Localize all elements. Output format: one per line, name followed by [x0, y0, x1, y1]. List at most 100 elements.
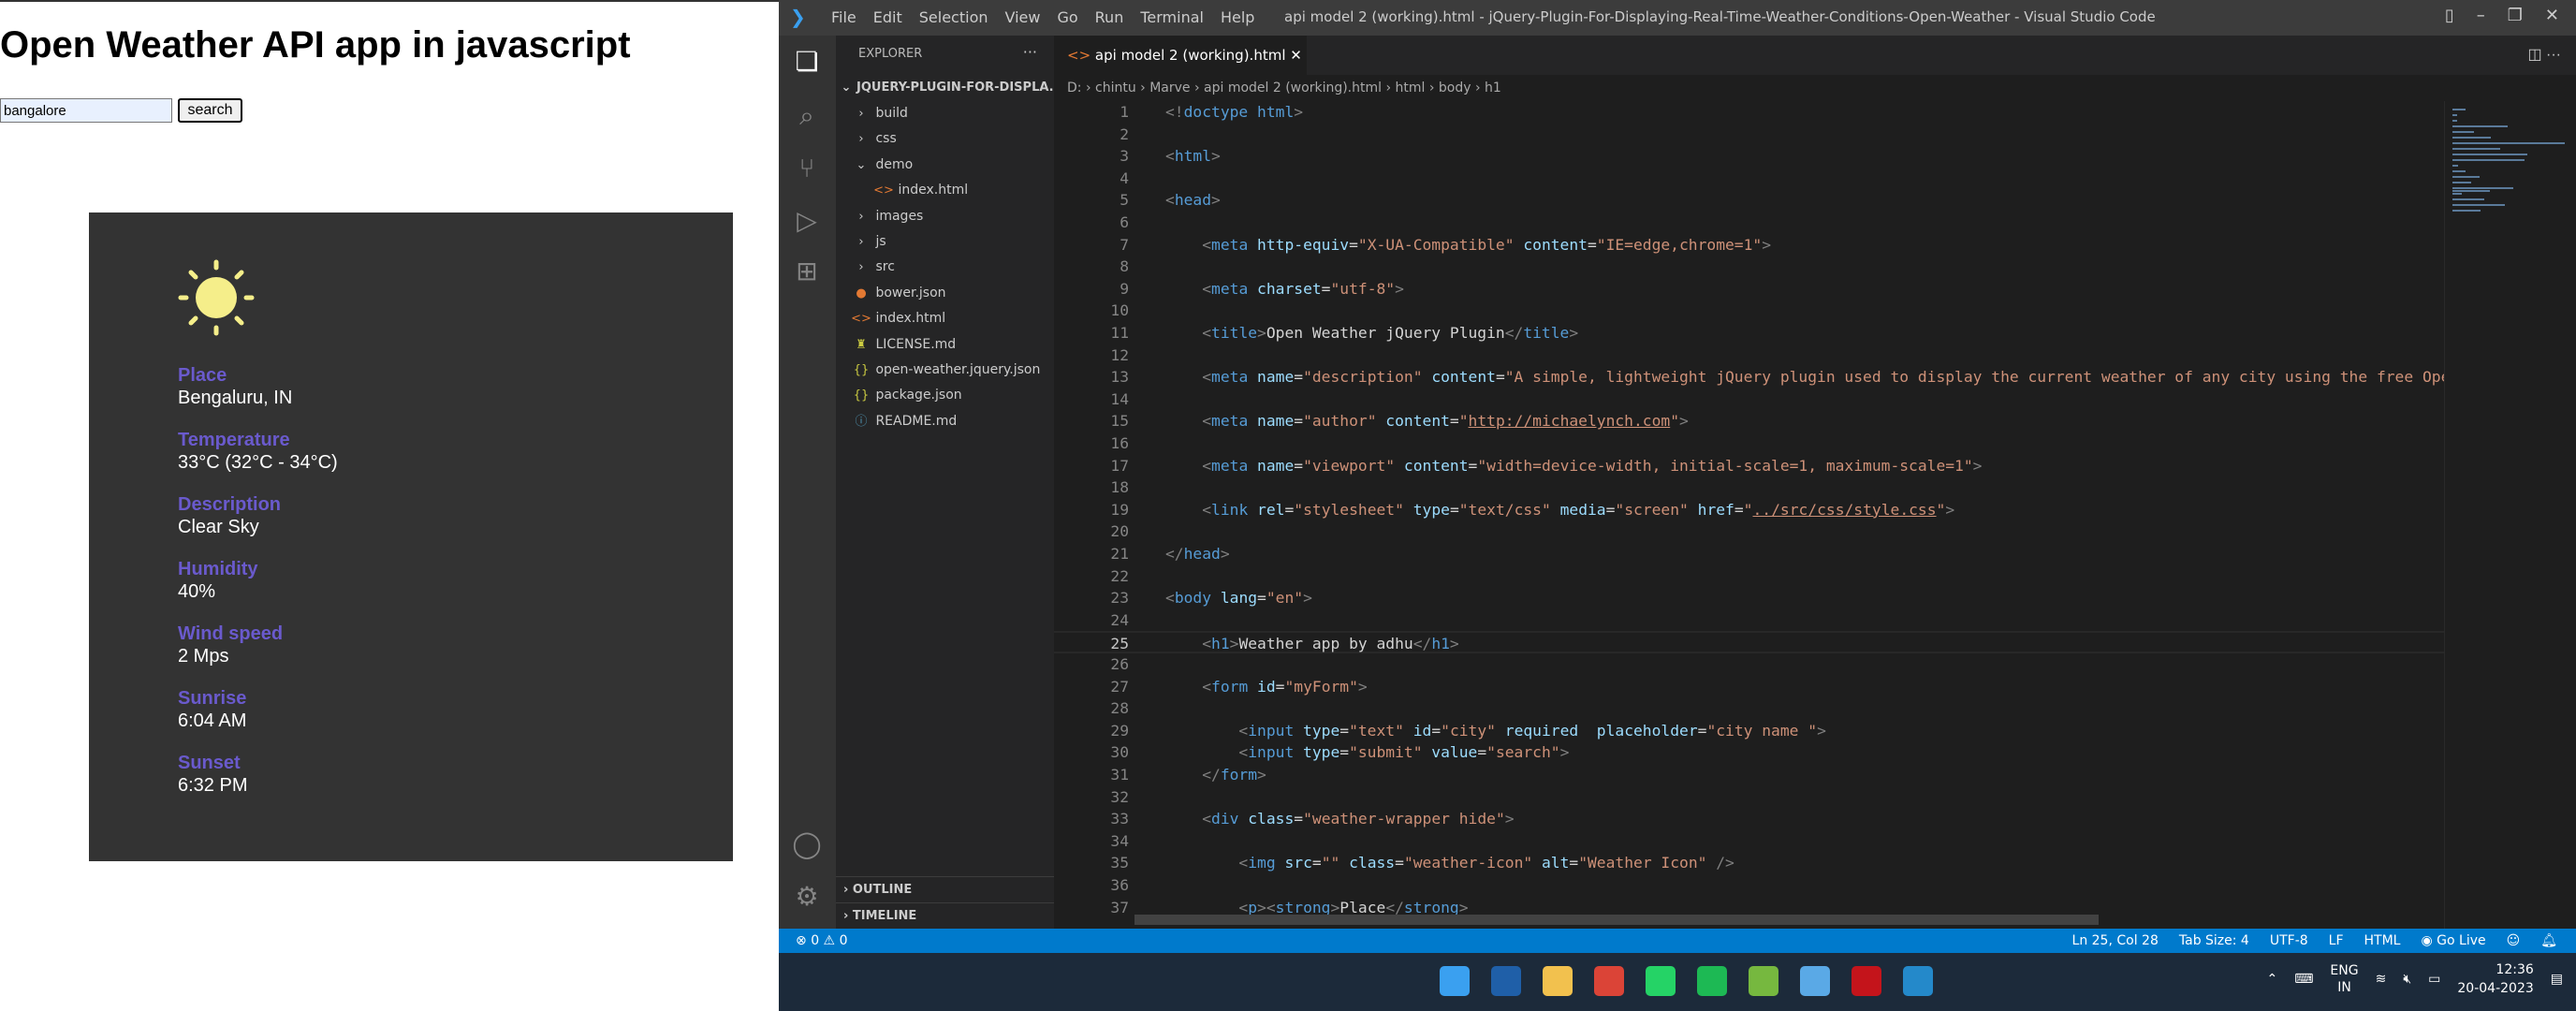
menu-run[interactable]: Run	[1095, 8, 1124, 26]
breadcrumb-item[interactable]: D:	[1067, 81, 1082, 95]
wifi-icon[interactable]: ≋	[2376, 972, 2387, 987]
tree-item[interactable]: › images	[836, 204, 1054, 229]
utorrent-icon[interactable]	[1749, 966, 1778, 996]
code-line[interactable]: 17 <meta name="viewport" content="width=…	[1054, 455, 2444, 477]
tree-item[interactable]: {} package.json	[836, 383, 1054, 408]
end-of-line[interactable]: LF	[2329, 929, 2344, 953]
split-editor-icon[interactable]: ◫ ···	[2527, 45, 2561, 64]
code-editor[interactable]: 1 <!doctype html> 2 3 <html> 4 5 <head> 6 7 <meta…	[1054, 101, 2444, 929]
code-line[interactable]: 9 <meta charset="utf-8">	[1054, 278, 2444, 300]
start-icon[interactable]	[1440, 966, 1470, 996]
breadcrumb-item[interactable]: html	[1396, 81, 1426, 95]
tree-item[interactable]: › css	[836, 126, 1054, 152]
acrobat-icon[interactable]	[1852, 966, 1881, 996]
notifications-bell-icon[interactable]: 🔔︎	[2540, 929, 2557, 953]
code-line[interactable]: 12	[1054, 344, 2444, 367]
more-actions-icon[interactable]: ···	[1023, 43, 1037, 61]
code-line[interactable]: 25 <h1>Weather app by adhu</h1>	[1054, 631, 2444, 653]
code-line[interactable]: 21 </head>	[1054, 543, 2444, 565]
code-line[interactable]: 7 <meta http-equiv="X-UA-Compatible" con…	[1054, 234, 2444, 256]
minimap[interactable]	[2444, 101, 2576, 929]
menu-go[interactable]: Go	[1057, 8, 1077, 26]
code-line[interactable]: 29 <input type="text" id="city" required…	[1054, 720, 2444, 742]
code-line[interactable]: 22	[1054, 565, 2444, 588]
app-icon[interactable]	[1491, 966, 1521, 996]
minimize-button[interactable]: –	[2477, 6, 2485, 25]
tree-item[interactable]: ⌄ demo	[836, 153, 1054, 178]
code-line[interactable]: 34	[1054, 830, 2444, 853]
tree-item[interactable]: ♜ LICENSE.md	[836, 332, 1054, 358]
notepad-icon[interactable]	[1800, 966, 1830, 996]
tree-item[interactable]: › build	[836, 101, 1054, 126]
code-line[interactable]: 2	[1054, 124, 2444, 146]
code-line[interactable]: 4	[1054, 168, 2444, 190]
code-line[interactable]: 5 <head>	[1054, 189, 2444, 212]
extensions-icon[interactable]: ⊞	[790, 255, 824, 288]
code-line[interactable]: 35 <img src="" class="weather-icon" alt=…	[1054, 852, 2444, 874]
code-line[interactable]: 28	[1054, 697, 2444, 720]
breadcrumb-item[interactable]: chintu	[1095, 81, 1136, 95]
source-control-icon[interactable]: ⑂	[790, 152, 824, 185]
menu-edit[interactable]: Edit	[873, 8, 902, 26]
close-button[interactable]: ✕	[2545, 6, 2559, 25]
account-icon[interactable]: ◯	[790, 828, 824, 861]
spotify-icon[interactable]	[1697, 966, 1727, 996]
go-live-button[interactable]: ◉ Go Live	[2421, 929, 2485, 953]
language-mode[interactable]: HTML	[2364, 929, 2401, 953]
tab-api-model-2[interactable]: <> api model 2 (working).html ✕	[1054, 36, 1307, 75]
tree-item[interactable]: ● bower.json	[836, 281, 1054, 306]
code-line[interactable]: 10	[1054, 300, 2444, 322]
tree-item[interactable]: <> index.html	[836, 178, 1054, 203]
notification-center-icon[interactable]: ▤	[2551, 972, 2563, 987]
breadcrumb-item[interactable]: body	[1439, 81, 1471, 95]
close-tab-icon[interactable]: ✕	[1290, 47, 1302, 64]
code-line[interactable]: 11 <title>Open Weather jQuery Plugin</ti…	[1054, 322, 2444, 344]
whatsapp-icon[interactable]	[1646, 966, 1676, 996]
clock[interactable]: 12:36 20-04-2023	[2457, 960, 2533, 998]
battery-icon[interactable]: ▭	[2428, 972, 2440, 987]
chrome-icon[interactable]	[1594, 966, 1624, 996]
tree-item[interactable]: › src	[836, 255, 1054, 280]
tree-item[interactable]: {} open-weather.jquery.json	[836, 358, 1054, 383]
outline-panel[interactable]: › OUTLINE	[836, 876, 1054, 901]
code-line[interactable]: 31 </form>	[1054, 764, 2444, 786]
feedback-icon[interactable]: ☺	[2507, 929, 2521, 953]
timeline-panel[interactable]: › TIMELINE	[836, 902, 1054, 928]
breadcrumb-item[interactable]: Marve	[1149, 81, 1190, 95]
cursor-position[interactable]: Ln 25, Col 28	[2072, 929, 2159, 953]
language-indicator[interactable]: ENG IN	[2330, 962, 2358, 996]
tab-size[interactable]: Tab Size: 4	[2179, 929, 2249, 953]
horizontal-scrollbar[interactable]	[1134, 915, 2099, 925]
code-line[interactable]: 30 <input type="submit" value="search">	[1054, 741, 2444, 764]
code-line[interactable]: 3 <html>	[1054, 145, 2444, 168]
maximize-button[interactable]: ❐	[2508, 6, 2523, 25]
breadcrumb-item[interactable]: api model 2 (working).html	[1204, 81, 1382, 95]
keyboard-icon[interactable]: ⌨	[2294, 972, 2313, 987]
run-debug-icon[interactable]: ▷	[790, 204, 824, 238]
tree-item[interactable]: <> index.html	[836, 306, 1054, 331]
code-line[interactable]: 18	[1054, 476, 2444, 499]
code-line[interactable]: 15 <meta name="author" content="http://m…	[1054, 410, 2444, 432]
code-line[interactable]: 32	[1054, 786, 2444, 809]
search-button[interactable]: search	[178, 98, 242, 123]
city-input[interactable]	[0, 98, 172, 123]
code-line[interactable]: 19 <link rel="stylesheet" type="text/css…	[1054, 499, 2444, 521]
settings-gear-icon[interactable]: ⚙	[790, 880, 824, 914]
vscode-icon[interactable]	[1903, 966, 1933, 996]
code-line[interactable]: 14	[1054, 388, 2444, 411]
file-explorer-icon[interactable]	[1543, 966, 1573, 996]
layout-toggle-icon[interactable]: ▯	[2445, 6, 2454, 25]
code-line[interactable]: 1 <!doctype html>	[1054, 101, 2444, 124]
breadcrumb-item[interactable]: h1	[1485, 81, 1501, 95]
code-line[interactable]: 23 <body lang="en">	[1054, 587, 2444, 609]
code-line[interactable]: 27 <form id="myForm">	[1054, 676, 2444, 698]
code-line[interactable]: 33 <div class="weather-wrapper hide">	[1054, 808, 2444, 830]
menu-terminal[interactable]: Terminal	[1140, 8, 1204, 26]
menu-selection[interactable]: Selection	[919, 8, 988, 26]
volume-muted-icon[interactable]: 🔇︎	[2403, 972, 2411, 987]
tree-item[interactable]: › js	[836, 229, 1054, 255]
problems-indicator[interactable]: ⊗ 0 ⚠ 0	[796, 929, 847, 953]
encoding[interactable]: UTF-8	[2270, 929, 2308, 953]
show-hidden-icons-chevron-icon[interactable]: ⌃	[2266, 972, 2277, 987]
code-line[interactable]: 16	[1054, 432, 2444, 455]
